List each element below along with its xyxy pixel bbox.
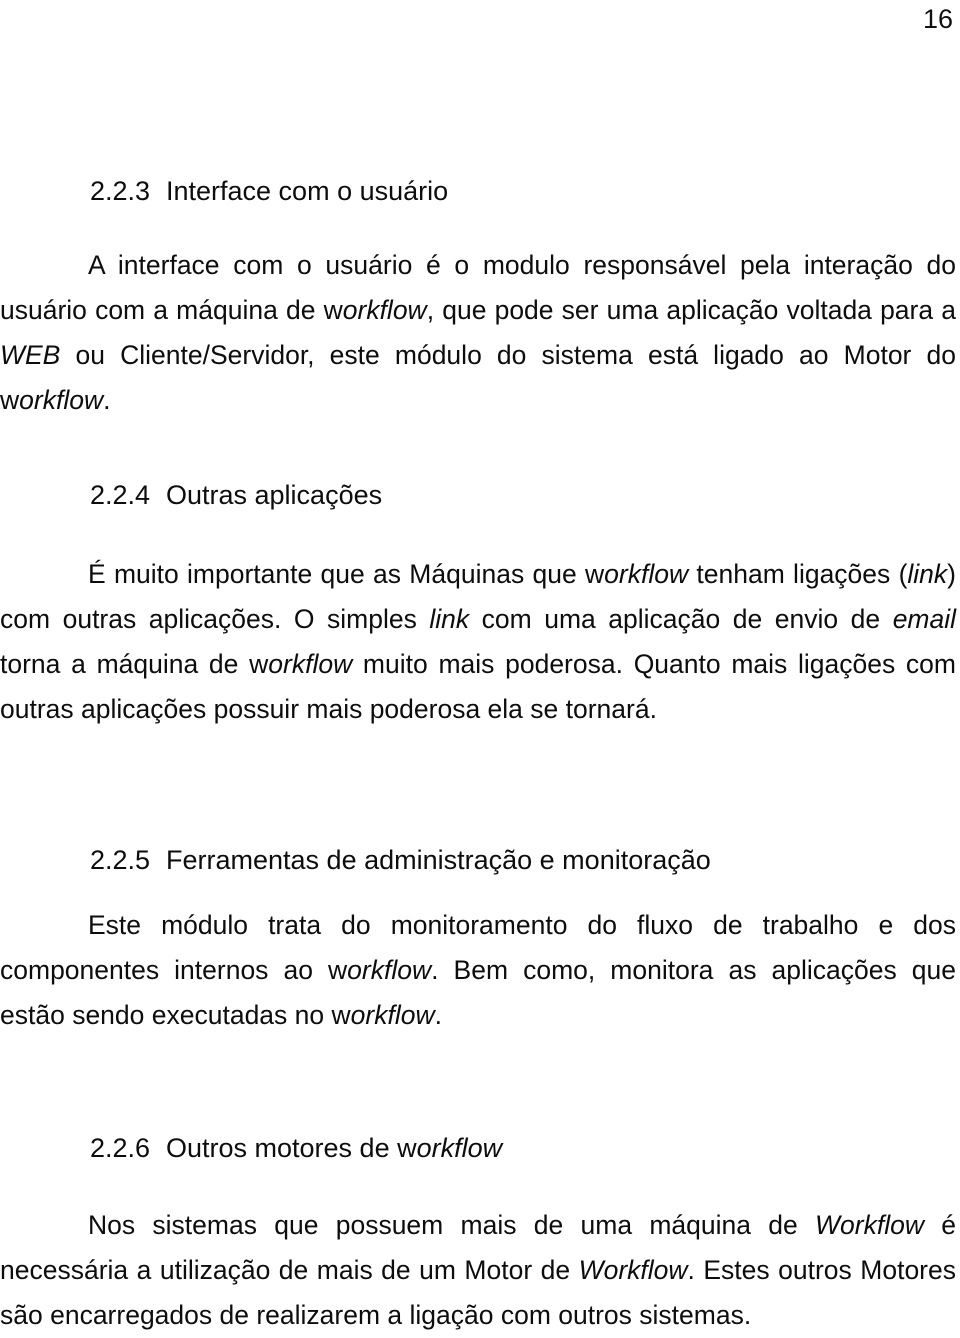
section-paragraph-2-2-5: Este módulo trata do monitoramento do fl… (0, 910, 956, 1030)
page-number: 16 (922, 4, 953, 34)
section-paragraph-2-2-3: A interface com o usuário é o modulo res… (0, 250, 956, 415)
section-heading-2-2-4: 2.2.4 Outras aplicações (90, 480, 382, 511)
section-heading-2-2-6: 2.2.6 Outros motores de workflow (90, 1133, 502, 1164)
section-heading-2-2-5: 2.2.5 Ferramentas de administração e moni… (90, 845, 711, 876)
document-page: 16 2.2.3 Interface com o usuário A interf… (0, 0, 960, 1333)
section-number: 2.2.6 (90, 1133, 151, 1163)
section-paragraph-2-2-6: Nos sistemas que possuem mais de uma máq… (0, 1210, 956, 1330)
section-title: Outros motores de workflow (166, 1133, 503, 1163)
section-number: 2.2.5 (90, 845, 151, 875)
section-number: 2.2.4 (90, 480, 151, 510)
section-heading-2-2-3: 2.2.3 Interface com o usuário (90, 176, 448, 207)
section-paragraph-2-2-4: É muito importante que as Máquinas que w… (0, 559, 957, 724)
section-title: Outras aplicações (166, 480, 383, 510)
section-title: Ferramentas de administração e monitoraç… (166, 845, 711, 875)
section-title: Interface com o usuário (166, 176, 449, 206)
section-number: 2.2.3 (90, 176, 151, 206)
